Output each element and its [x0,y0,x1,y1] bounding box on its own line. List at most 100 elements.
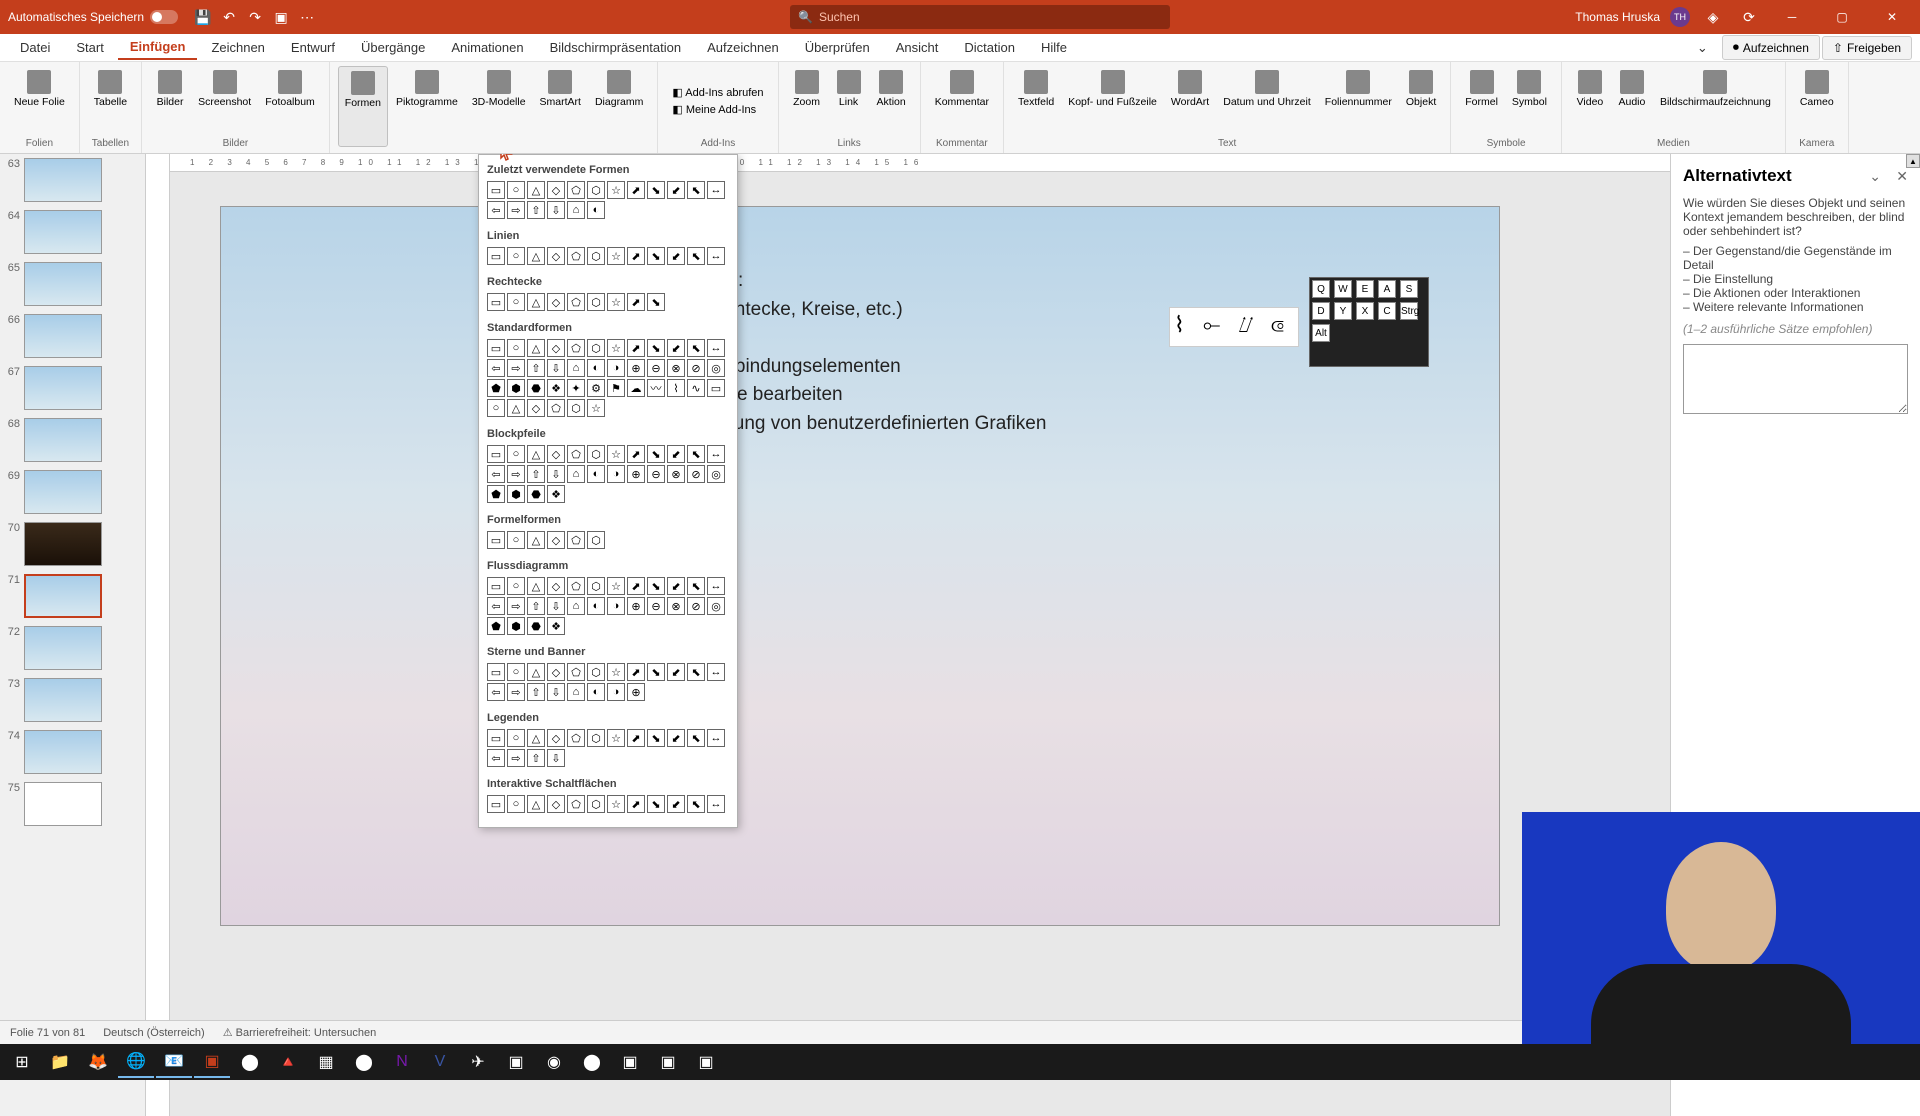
chrome-icon[interactable]: 🌐 [118,1046,154,1078]
start-icon[interactable]: ⊞ [4,1046,40,1078]
objekt-button[interactable]: Objekt [1400,66,1442,136]
shape-item[interactable]: ○ [507,577,525,595]
shape-item[interactable]: ⬡ [587,663,605,681]
shape-item[interactable]: ⬋ [667,247,685,265]
avatar[interactable]: TH [1670,7,1690,27]
shape-item[interactable]: ⬠ [567,181,585,199]
formen-button[interactable]: Formen [338,66,388,147]
more-icon[interactable]: ⋯ [297,7,317,27]
shape-item[interactable]: ○ [507,795,525,813]
shape-item[interactable]: ↔ [707,339,725,357]
shape-item[interactable]: ⬈ [627,663,645,681]
shape-item[interactable]: ⇧ [527,597,545,615]
shape-item[interactable]: ✦ [567,379,585,397]
shape-item[interactable]: ▭ [487,531,505,549]
shape-item[interactable]: ⬋ [667,181,685,199]
link-button[interactable]: Link [829,66,869,136]
shape-item[interactable]: ◑ [607,597,625,615]
shape-item[interactable]: ⬉ [687,795,705,813]
maximize-icon[interactable]: ▢ [1822,2,1862,32]
app-icon[interactable]: ⬤ [232,1046,268,1078]
slide-thumbnail[interactable]: 74 [4,730,141,774]
tab-start[interactable]: Start [64,36,115,59]
shape-item[interactable]: ◎ [707,359,725,377]
powerpoint-icon[interactable]: ▣ [194,1046,230,1078]
shape-item[interactable]: ⬈ [627,577,645,595]
screenshot-button[interactable]: Screenshot [192,66,257,136]
shape-item[interactable]: ◐ [587,465,605,483]
slide-thumbnail[interactable]: 67 [4,366,141,410]
textfeld-button[interactable]: Textfeld [1012,66,1060,136]
foliennummer-button[interactable]: Foliennummer [1319,66,1398,136]
audio-button[interactable]: Audio [1612,66,1652,136]
shape-item[interactable]: ⬠ [567,293,585,311]
shape-item[interactable]: ⊘ [687,465,705,483]
shape-item[interactable]: △ [527,293,545,311]
shape-item[interactable]: ⚙ [587,379,605,397]
accessibility-check[interactable]: ⚠ Barrierefreiheit: Untersuchen [223,1026,377,1039]
formel-button[interactable]: Formel [1459,66,1504,136]
tab-überprüfen[interactable]: Überprüfen [793,36,882,59]
shape-item[interactable]: ⬢ [507,379,525,397]
shape-item[interactable]: ⬈ [627,293,645,311]
shape-item[interactable]: ☆ [607,577,625,595]
shape-item[interactable]: ⬠ [567,577,585,595]
diagramm-button[interactable]: Diagramm [589,66,649,147]
onenote-icon[interactable]: N [384,1046,420,1078]
shape-item[interactable]: ∿ [687,379,705,397]
visio-icon[interactable]: V [422,1046,458,1078]
shape-item[interactable]: ⬡ [587,531,605,549]
shape-item[interactable]: ⬡ [587,181,605,199]
shape-item[interactable]: ○ [507,729,525,747]
shape-item[interactable]: ☆ [607,663,625,681]
shape-item[interactable]: ⊕ [627,465,645,483]
shape-item[interactable]: ◐ [587,359,605,377]
outlook-icon[interactable]: 📧 [156,1046,192,1078]
piktogramme-button[interactable]: Piktogramme [390,66,464,147]
shapes-dropdown[interactable]: Zuletzt verwendete Formen▭○△◇⬠⬡☆⬈⬊⬋⬉↔⇦⇨⇧… [478,154,738,828]
shape-item[interactable]: ▭ [487,339,505,357]
shape-item[interactable]: ○ [507,293,525,311]
shape-item[interactable]: ↔ [707,247,725,265]
tab-datei[interactable]: Datei [8,36,62,59]
zoom-button[interactable]: Zoom [787,66,827,136]
neue-folie-button[interactable]: Neue Folie [8,66,71,136]
shape-item[interactable]: ⇨ [507,749,525,767]
shape-item[interactable]: ❖ [547,485,565,503]
shape-item[interactable]: ☆ [607,795,625,813]
shape-item[interactable]: ⬋ [667,577,685,595]
shape-item[interactable]: ◇ [527,399,545,417]
shape-item[interactable]: ⬈ [627,247,645,265]
alt-text-input[interactable] [1683,344,1908,414]
shape-item[interactable]: ◇ [547,339,565,357]
shape-item[interactable]: ⬊ [647,181,665,199]
shape-item[interactable]: ⬡ [587,729,605,747]
shape-item[interactable]: ⇧ [527,359,545,377]
undo-icon[interactable]: ↶ [219,7,239,27]
shape-item[interactable]: ⇦ [487,597,505,615]
shape-item[interactable]: ◇ [547,293,565,311]
shape-item[interactable]: ⬉ [687,247,705,265]
shape-item[interactable]: ◐ [587,597,605,615]
kommentar-button[interactable]: Kommentar [929,66,995,136]
add-ins-abrufen-button[interactable]: ◧ Add-Ins abrufen [666,84,769,101]
language-indicator[interactable]: Deutsch (Österreich) [103,1027,204,1039]
shape-item[interactable]: ⇩ [547,683,565,701]
shape-item[interactable]: ◑ [607,683,625,701]
explorer-icon[interactable]: 📁 [42,1046,78,1078]
tab-aufzeichnen[interactable]: Aufzeichnen [695,36,791,59]
slide-thumbnail[interactable]: 66 [4,314,141,358]
shape-item[interactable]: ◇ [547,577,565,595]
shape-item[interactable]: ⊗ [667,359,685,377]
shape-item[interactable]: ☆ [607,445,625,463]
shape-item[interactable]: ⌂ [567,597,585,615]
shape-item[interactable]: ⬋ [667,339,685,357]
slide-canvas[interactable]: und Zeichenwerkzeugen:netrischen Formen … [220,206,1500,926]
smartart-button[interactable]: SmartArt [534,66,587,147]
slide-panel[interactable]: ▲ 63646566676869707172737475 [0,154,146,1116]
shape-item[interactable]: ⬡ [587,247,605,265]
slide-thumbnail[interactable]: 71 [4,574,141,618]
shape-item[interactable]: ⬟ [487,617,505,635]
editor-area[interactable]: 1 2 3 4 5 6 7 8 9 10 11 12 13 14 15 16 1… [170,154,1670,1116]
shape-item[interactable]: ⬊ [647,247,665,265]
